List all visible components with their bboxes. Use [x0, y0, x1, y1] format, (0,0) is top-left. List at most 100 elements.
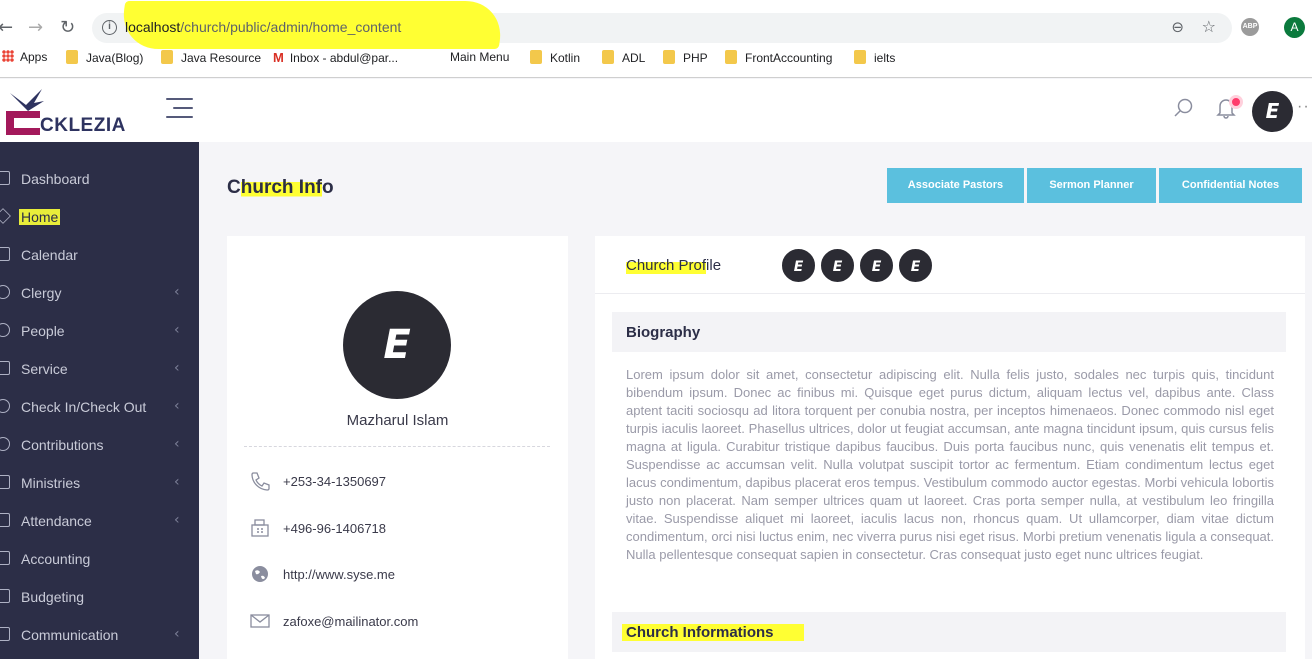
- search-icon[interactable]: [1174, 98, 1194, 118]
- member-mini-avatar[interactable]: E: [780, 247, 817, 284]
- url-path: /church/public/admin/home_content: [180, 19, 402, 35]
- chevron-left-icon: ‹: [174, 474, 180, 490]
- contact-phone: +253-34-1350697: [249, 470, 549, 494]
- chevron-left-icon: ‹: [174, 626, 180, 642]
- bookmark-label: ielts: [874, 51, 896, 65]
- sidebar-item-people[interactable]: People ‹: [0, 313, 199, 351]
- chevron-left-icon: ‹: [174, 512, 180, 528]
- sidebar-item-accounting[interactable]: Accounting: [0, 541, 199, 579]
- user-avatar[interactable]: E: [1252, 91, 1293, 132]
- url-text[interactable]: localhost/church/public/admin/home_conte…: [125, 19, 401, 35]
- sidebar-item-check-in-out[interactable]: Check In/Check Out ‹: [0, 389, 199, 427]
- more-options-icon[interactable]: ··: [1297, 98, 1310, 116]
- service-icon: [0, 361, 10, 375]
- forward-arrow-icon[interactable]: →: [28, 17, 43, 38]
- apps-grid-icon: [2, 50, 14, 62]
- bookmark-label: Kotlin: [550, 51, 581, 65]
- bookmark-apps[interactable]: Apps: [2, 50, 47, 64]
- sidebar: Dashboard Home Calendar Clergy ‹ People ‹ …: [0, 142, 199, 659]
- email-link[interactable]: zafoxe@mailinator.com: [283, 614, 418, 629]
- sidebar-item-ministries[interactable]: Ministries ‹: [0, 465, 199, 503]
- globe-icon: [252, 566, 268, 582]
- bookmark-label: Inbox - abdul@par...: [289, 51, 399, 65]
- sidebar-item-label: People: [21, 323, 65, 339]
- address-bar[interactable]: i localhost/church/public/admin/home_con…: [92, 1, 1232, 49]
- communication-icon: [0, 627, 10, 641]
- bookmark-label: FrontAccounting: [745, 51, 833, 65]
- gmail-icon: M: [273, 50, 284, 65]
- info-icon[interactable]: i: [102, 20, 117, 35]
- bookmark-kotlin[interactable]: Kotlin: [530, 50, 580, 65]
- church-profile-card: Church Profile E E E E Biography Lorem i…: [595, 236, 1305, 659]
- reload-icon[interactable]: ↻: [60, 17, 75, 38]
- biography-section-header: Biography: [612, 312, 1286, 352]
- bookmark-main-menu[interactable]: Main Menu: [450, 50, 509, 64]
- bookmarks-bar: Apps Java(Blog) Java Resource M Inbox - a…: [0, 50, 1312, 70]
- sidebar-item-dashboard[interactable]: Dashboard: [0, 161, 199, 199]
- contributions-icon: [0, 437, 10, 451]
- member-avatar: E: [343, 291, 451, 399]
- sidebar-item-label: Accounting: [21, 551, 91, 567]
- bookmark-label: Java(Blog): [86, 51, 144, 65]
- website-link[interactable]: http://www.syse.me: [283, 567, 395, 582]
- sidebar-item-label: Contributions: [21, 437, 104, 453]
- sidebar-item-label: Calendar: [21, 247, 78, 263]
- member-mini-avatar[interactable]: E: [897, 247, 934, 284]
- bookmark-label: ADL: [622, 51, 646, 65]
- sidebar-item-home[interactable]: Home: [0, 199, 199, 237]
- bookmark-php[interactable]: PHP: [663, 50, 708, 65]
- chevron-left-icon: ‹: [174, 284, 180, 300]
- sidebar-item-label: Communication: [21, 627, 119, 643]
- budgeting-icon: [0, 589, 10, 603]
- sidebar-item-service[interactable]: Service ‹: [0, 351, 199, 389]
- bookmark-frontaccounting[interactable]: FrontAccounting: [725, 50, 832, 65]
- bookmark-inbox[interactable]: M Inbox - abdul@par...: [273, 50, 398, 65]
- church-profile-title-part: ile: [706, 257, 722, 274]
- confidential-notes-button[interactable]: Confidential Notes: [1159, 168, 1302, 203]
- biography-text: Lorem ipsum dolor sit amet, consectetur …: [626, 367, 1274, 562]
- sidebar-item-label: Service: [21, 361, 68, 377]
- accounting-icon: [0, 551, 10, 565]
- url-host: localhost: [125, 19, 181, 35]
- clergy-icon: [0, 285, 10, 299]
- sidebar-item-label: Home: [19, 209, 61, 225]
- menu-toggle-icon[interactable]: [166, 98, 193, 118]
- sidebar-item-calendar[interactable]: Calendar: [0, 237, 199, 275]
- sermon-planner-button[interactable]: Sermon Planner: [1027, 168, 1156, 203]
- bookmark-label: Java Resource: [181, 51, 262, 65]
- ministries-icon: [0, 475, 10, 489]
- zoom-icon[interactable]: ⊖: [1171, 18, 1184, 36]
- sidebar-item-communication[interactable]: Communication ‹: [0, 617, 199, 655]
- bookmark-ielts[interactable]: ielts: [854, 50, 895, 65]
- member-mini-avatar[interactable]: E: [858, 247, 895, 284]
- sidebar-item-budgeting[interactable]: Budgeting: [0, 579, 199, 617]
- bookmark-star-icon[interactable]: ☆: [1202, 17, 1216, 36]
- associate-pastors-button[interactable]: Associate Pastors: [887, 168, 1024, 203]
- back-arrow-icon[interactable]: ←: [0, 17, 13, 38]
- member-profile-card: E Mazharul Islam +253-34-1350697 +496-96…: [227, 236, 568, 659]
- sidebar-item-clergy[interactable]: Clergy ‹: [0, 275, 199, 313]
- phone-icon: [251, 472, 270, 491]
- chevron-left-icon: ‹: [174, 322, 180, 338]
- bookmark-adl[interactable]: ADL: [602, 50, 645, 65]
- sidebar-item-attendance[interactable]: Attendance ‹: [0, 503, 199, 541]
- member-mini-avatar[interactable]: E: [819, 247, 856, 284]
- bookmark-java-resource[interactable]: Java Resource: [161, 50, 261, 65]
- browser-toolbar: ← → ↻ i localhost/church/public/admin/ho…: [0, 0, 1312, 78]
- bookmark-label: Apps: [20, 50, 48, 64]
- browser-profile-avatar[interactable]: A: [1284, 17, 1305, 38]
- folder-icon: [530, 50, 542, 64]
- sidebar-item-contributions[interactable]: Contributions ‹: [0, 427, 199, 465]
- contact-fax: +496-96-1406718: [249, 517, 549, 541]
- adblock-extension-icon[interactable]: ABP: [1241, 18, 1259, 36]
- phone-value: +253-34-1350697: [283, 474, 387, 489]
- chevron-left-icon: ‹: [174, 436, 180, 452]
- bookmark-label: Main Menu: [450, 50, 510, 64]
- bookmark-java-blog[interactable]: Java(Blog): [66, 50, 143, 65]
- mail-icon: [250, 614, 270, 628]
- page-title: Church Info: [227, 177, 334, 199]
- fax-value: +496-96-1406718: [283, 521, 387, 536]
- folder-icon: [854, 50, 866, 64]
- folder-icon: [66, 50, 78, 64]
- home-icon: [0, 208, 11, 224]
